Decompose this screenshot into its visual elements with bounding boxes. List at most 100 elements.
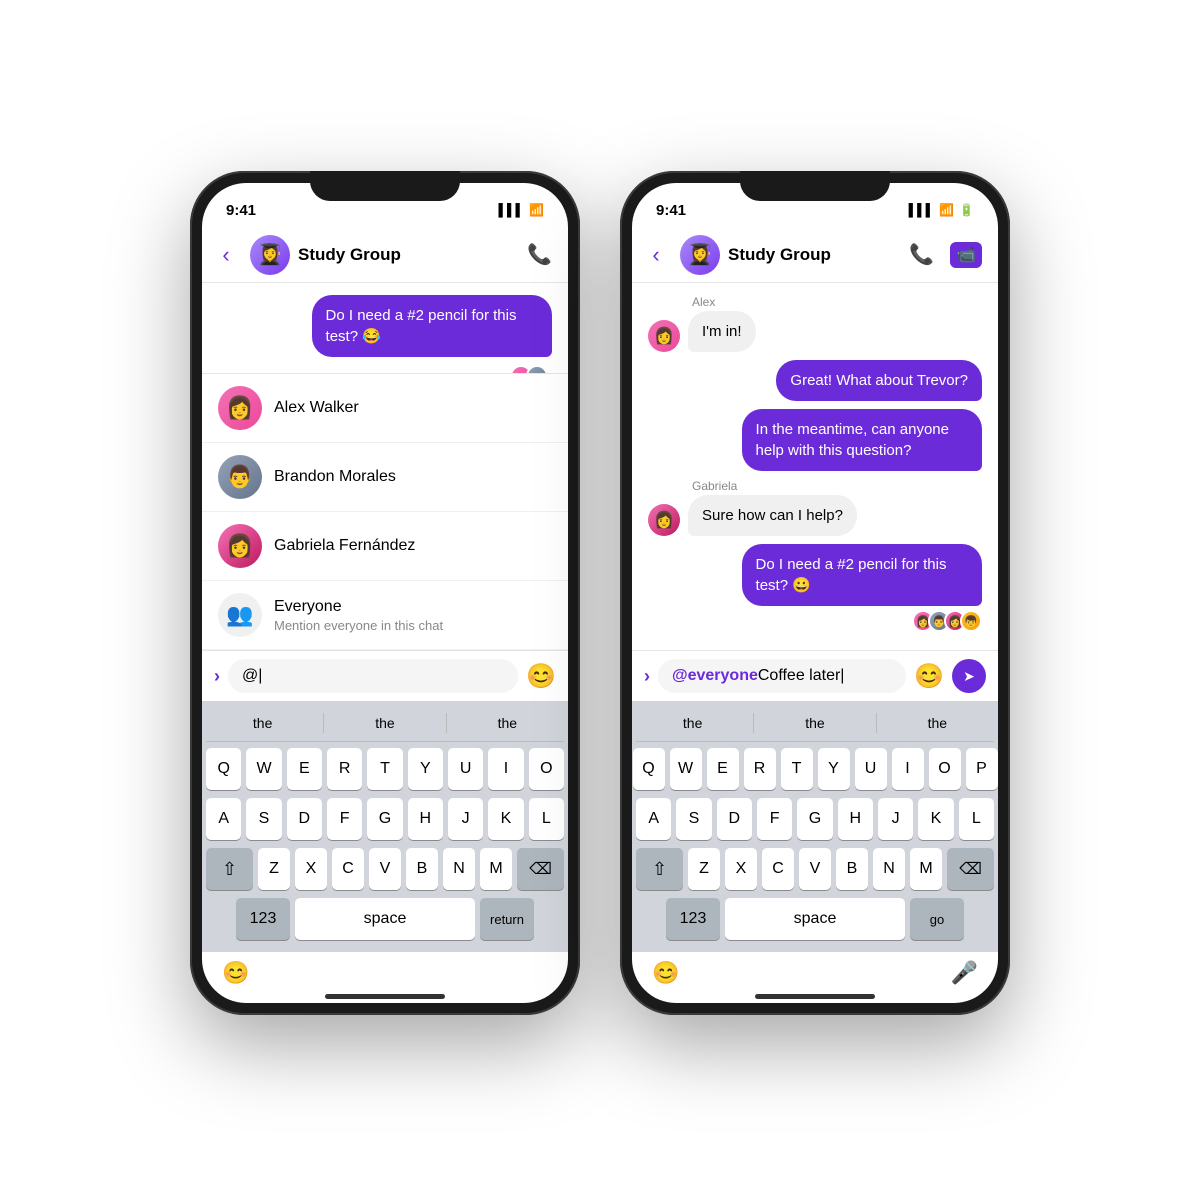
key-p-right[interactable]: P	[966, 748, 998, 790]
input-bar-left: › @| 😊	[202, 650, 568, 701]
signal-icon-right: ▌▌▌	[909, 203, 935, 217]
input-bar-right: › @everyone Coffee later| 😊 ➤	[632, 650, 998, 701]
key-n-left[interactable]: N	[443, 848, 475, 890]
key-123-right[interactable]: 123	[666, 898, 720, 940]
key-shift-right[interactable]: ⇧	[636, 848, 683, 890]
key-t-left[interactable]: T	[367, 748, 402, 790]
expand-icon-right[interactable]: ›	[644, 666, 650, 687]
autocorrect-the-r-2[interactable]: the	[758, 713, 871, 733]
message-input-right[interactable]: @everyone Coffee later|	[658, 659, 906, 693]
key-delete-left[interactable]: ⌫	[517, 848, 564, 890]
key-e-right[interactable]: E	[707, 748, 739, 790]
key-j-right[interactable]: J	[878, 798, 913, 840]
avatar-gabriela: 👩	[648, 504, 680, 536]
key-s-right[interactable]: S	[676, 798, 711, 840]
back-button-left[interactable]: ‹	[210, 242, 242, 268]
msg-row-sent-2: In the meantime, can anyone help with th…	[648, 409, 982, 471]
key-w-right[interactable]: W	[670, 748, 702, 790]
key-t-right[interactable]: T	[781, 748, 813, 790]
key-j-left[interactable]: J	[448, 798, 483, 840]
key-u-left[interactable]: U	[448, 748, 483, 790]
emoji-button-left[interactable]: 😊	[526, 662, 556, 691]
key-x-left[interactable]: X	[295, 848, 327, 890]
key-h-right[interactable]: H	[838, 798, 873, 840]
key-g-left[interactable]: G	[367, 798, 402, 840]
key-k-right[interactable]: K	[918, 798, 953, 840]
key-return-left[interactable]: return	[480, 898, 534, 940]
mention-name-brandon: Brandon Morales	[274, 468, 552, 486]
key-v-left[interactable]: V	[369, 848, 401, 890]
mention-item-everyone[interactable]: 👥 Everyone Mention everyone in this chat	[202, 581, 568, 650]
key-m-right[interactable]: M	[910, 848, 942, 890]
key-k-left[interactable]: K	[488, 798, 523, 840]
key-s-left[interactable]: S	[246, 798, 281, 840]
key-delete-right[interactable]: ⌫	[947, 848, 994, 890]
key-y-right[interactable]: Y	[818, 748, 850, 790]
status-icons-left: ▌▌▌ 📶	[499, 203, 544, 217]
autocorrect-bar-left: the the the	[206, 709, 564, 742]
message-input-left[interactable]: @|	[228, 659, 518, 693]
autocorrect-the-3[interactable]: the	[451, 713, 564, 733]
key-z-left[interactable]: Z	[258, 848, 290, 890]
mention-item-gabriela[interactable]: 👩 Gabriela Fernández	[202, 512, 568, 581]
key-o-left[interactable]: O	[529, 748, 564, 790]
key-z-right[interactable]: Z	[688, 848, 720, 890]
sender-gabriela: Gabriela	[648, 479, 982, 493]
key-row-4-right: 123 space go	[636, 898, 994, 940]
key-c-right[interactable]: C	[762, 848, 794, 890]
key-i-left[interactable]: I	[488, 748, 523, 790]
call-icon-left[interactable]: 📞	[527, 242, 552, 267]
header-icons-right: 📞 📹	[909, 242, 982, 268]
key-f-left[interactable]: F	[327, 798, 362, 840]
emoji-button-right[interactable]: 😊	[914, 662, 944, 691]
key-u-right[interactable]: U	[855, 748, 887, 790]
key-go-right[interactable]: go	[910, 898, 964, 940]
key-f-right[interactable]: F	[757, 798, 792, 840]
key-q-left[interactable]: Q	[206, 748, 241, 790]
key-y-left[interactable]: Y	[408, 748, 443, 790]
key-shift-left[interactable]: ⇧	[206, 848, 253, 890]
autocorrect-the-2[interactable]: the	[328, 713, 441, 733]
autocorrect-bar-right: the the the	[636, 709, 994, 742]
key-w-left[interactable]: W	[246, 748, 281, 790]
autocorrect-the-1[interactable]: the	[206, 713, 319, 733]
key-b-left[interactable]: B	[406, 848, 438, 890]
key-r-right[interactable]: R	[744, 748, 776, 790]
key-space-left[interactable]: space	[295, 898, 475, 940]
key-h-left[interactable]: H	[408, 798, 443, 840]
emoji-bottom-right[interactable]: 😊	[652, 960, 679, 986]
mention-item-alex[interactable]: 👩 Alex Walker	[202, 374, 568, 443]
key-x-right[interactable]: X	[725, 848, 757, 890]
key-e-left[interactable]: E	[287, 748, 322, 790]
key-b-right[interactable]: B	[836, 848, 868, 890]
mic-bottom-right[interactable]: 🎤	[951, 960, 978, 986]
key-i-right[interactable]: I	[892, 748, 924, 790]
key-r-left[interactable]: R	[327, 748, 362, 790]
key-l-right[interactable]: L	[959, 798, 994, 840]
reaction-avatars: 👩 👨 👩 👦	[648, 610, 982, 632]
autocorrect-the-r-3[interactable]: the	[881, 713, 994, 733]
key-g-right[interactable]: G	[797, 798, 832, 840]
call-icon-right[interactable]: 📞	[909, 242, 934, 268]
send-button-right[interactable]: ➤	[952, 659, 986, 693]
key-c-left[interactable]: C	[332, 848, 364, 890]
emoji-bottom-left[interactable]: 😊	[222, 960, 249, 986]
mention-item-brandon[interactable]: 👨 Brandon Morales	[202, 443, 568, 512]
key-d-left[interactable]: D	[287, 798, 322, 840]
key-v-right[interactable]: V	[799, 848, 831, 890]
back-button-right[interactable]: ‹	[640, 242, 672, 268]
key-a-left[interactable]: A	[206, 798, 241, 840]
video-icon-right[interactable]: 📹	[950, 242, 982, 268]
autocorrect-the-r-1[interactable]: the	[636, 713, 749, 733]
key-123-left[interactable]: 123	[236, 898, 290, 940]
expand-icon-left[interactable]: ›	[214, 666, 220, 687]
key-l-left[interactable]: L	[529, 798, 564, 840]
key-n-right[interactable]: N	[873, 848, 905, 890]
key-a-right[interactable]: A	[636, 798, 671, 840]
key-q-right[interactable]: Q	[633, 748, 665, 790]
key-d-right[interactable]: D	[717, 798, 752, 840]
key-space-right[interactable]: space	[725, 898, 905, 940]
key-m-left[interactable]: M	[480, 848, 512, 890]
key-o-right[interactable]: O	[929, 748, 961, 790]
avatar-alex: 👩	[648, 320, 680, 352]
